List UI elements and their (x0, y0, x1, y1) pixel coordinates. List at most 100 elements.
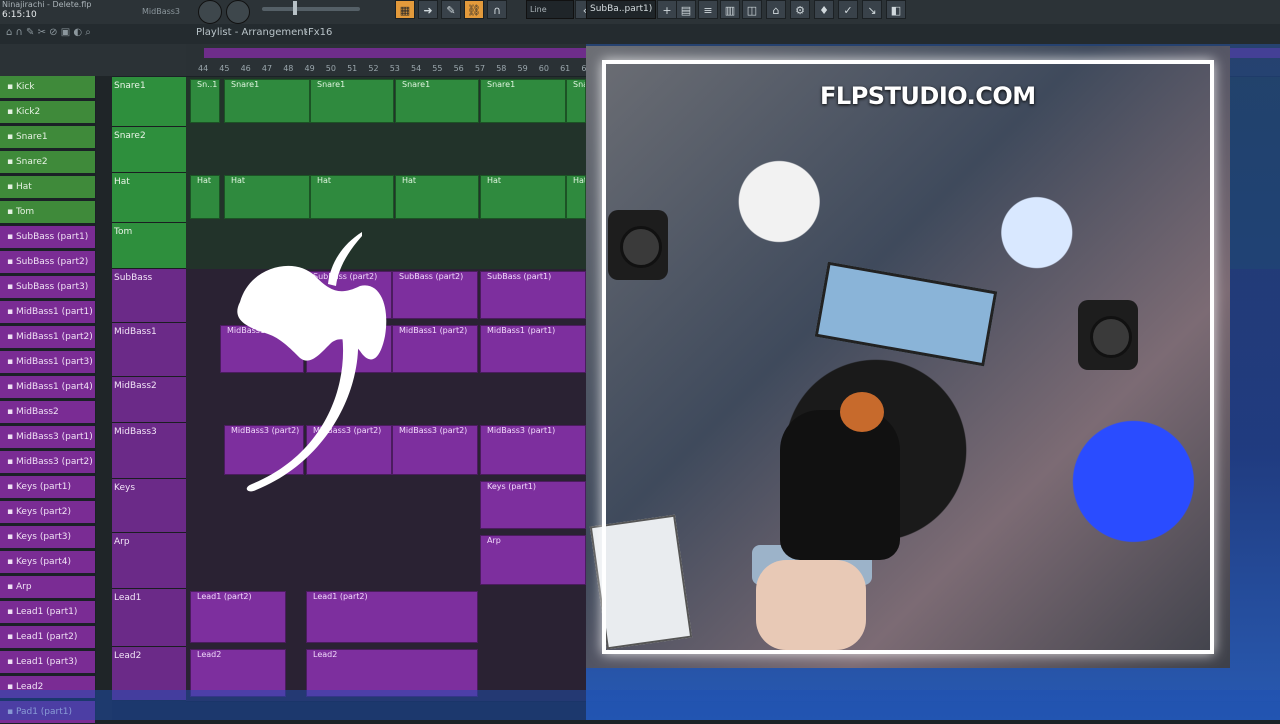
ruler-bar-number: 45 (219, 64, 230, 73)
playlist-clip[interactable]: SubBass (part1) (480, 271, 586, 319)
ruler-bar-number: 56 (453, 64, 464, 73)
track-header[interactable]: Hat (112, 173, 186, 223)
ruler-bar-number: 48 (283, 64, 294, 73)
artwork-watermark: FLPSTUDIO.COM (820, 82, 1036, 110)
track-header[interactable]: Snare2 (112, 127, 186, 173)
clip-picker-item[interactable]: ▪ Lead1 (part1) (0, 601, 95, 624)
magnet-icon[interactable]: ∩ (487, 0, 507, 19)
ruler-bar-number: 55 (432, 64, 443, 73)
playlist-clip[interactable]: Snare1 (480, 79, 566, 123)
clip-picker-item[interactable]: ▪ SubBass (part1) (0, 226, 95, 249)
track-header[interactable]: Arp (112, 533, 186, 589)
playlist-clip[interactable]: Snare1 (310, 79, 394, 123)
clip-picker-item[interactable]: ▪ Lead1 (part3) (0, 651, 95, 674)
channel-rack-icon[interactable]: ▥ (720, 0, 740, 19)
ruler-bar-number: 53 (389, 64, 400, 73)
clip-picker-item[interactable]: ▪ MidBass3 (part2) (0, 451, 95, 474)
playlist-icon[interactable]: ▤ (676, 0, 696, 19)
fl-studio-logo (237, 232, 387, 492)
clip-picker-item[interactable]: ▪ Keys (part2) (0, 501, 95, 524)
ruler-bar-number: 57 (474, 64, 486, 73)
playlist-clip[interactable]: Hat (224, 175, 310, 219)
clip-picker-item[interactable]: ▪ Keys (part3) (0, 526, 95, 549)
master-volume-knob[interactable] (198, 0, 222, 24)
plugin-icon[interactable]: ◫ (742, 0, 762, 19)
clip-picker-item[interactable]: ▪ Tom (0, 201, 95, 224)
playlist-breadcrumb[interactable]: Playlist - Arrangement (196, 27, 308, 38)
clip-picker-item[interactable]: ▪ Hat (0, 176, 95, 199)
track-header[interactable]: Lead1 (112, 589, 186, 647)
link-icon[interactable]: ⛓ (464, 0, 484, 19)
mixer-icon[interactable]: ≡ (698, 0, 718, 19)
track-header[interactable]: MidBass3 (112, 423, 186, 479)
playlist-clip[interactable]: Hat (480, 175, 566, 219)
track-header[interactable]: SubBass (112, 269, 186, 323)
help-icon[interactable]: ↘ (862, 0, 882, 19)
tempo-icon[interactable]: ✓ (838, 0, 858, 19)
playlist-clip[interactable]: Lead1 (part2) (190, 591, 286, 643)
arrow-right-icon[interactable]: ➜ (418, 0, 438, 19)
hint-label: MidBass3 (142, 7, 181, 16)
playlist-clip[interactable]: Hat (395, 175, 479, 219)
track-header[interactable]: Tom (112, 223, 186, 269)
playlist-clip[interactable]: SubBass (part2) (392, 271, 478, 319)
clip-picker-item[interactable]: ▪ Kick (0, 76, 95, 99)
clip-picker-item[interactable]: ▪ MidBass1 (part4) (0, 376, 95, 399)
ruler-bar-number: 54 (411, 64, 422, 73)
playlist-clip[interactable]: Keys (part1) (480, 481, 586, 529)
slider-thumb[interactable] (293, 1, 297, 15)
clip-picker-item[interactable]: ▪ Snare1 (0, 126, 95, 149)
clip-picker-item[interactable]: ▪ Kick2 (0, 101, 95, 124)
ruler-bar-number: 51 (347, 64, 358, 73)
ruler-bar-number: 44 (198, 64, 209, 73)
playlist-clip[interactable]: MidBass1 (part1) (480, 325, 586, 373)
clip-picker-item[interactable]: ▪ Arp (0, 576, 95, 599)
snap-select[interactable]: Line (526, 0, 574, 19)
playlist-clip[interactable]: Hat (566, 175, 586, 219)
playlist-clip[interactable]: MidBass1 (part2) (392, 325, 478, 373)
ruler-bar-number: 52 (368, 64, 379, 73)
playlist-clip[interactable]: Arp (480, 535, 586, 585)
playlist-clip[interactable]: Hat (310, 175, 394, 219)
playlist-clip[interactable]: Lead1 (part2) (306, 591, 478, 643)
clip-picker-item[interactable]: ▪ MidBass3 (part1) (0, 426, 95, 449)
playlist-clip[interactable]: Hat (190, 175, 220, 219)
pattern-select[interactable]: SubBa..part1) (586, 0, 656, 19)
ruler-bar-number: 49 (304, 64, 315, 73)
clip-picker-item[interactable]: ▪ Lead1 (part2) (0, 626, 95, 649)
track-separator (96, 76, 112, 720)
clip-picker-item[interactable]: ▪ MidBass1 (part2) (0, 326, 95, 349)
clip-picker-item[interactable]: ▪ Keys (part4) (0, 551, 95, 574)
add-pattern-icon[interactable]: + (657, 0, 677, 19)
track-header[interactable]: MidBass2 (112, 377, 186, 423)
playlist-clip[interactable]: Sn..1 (190, 79, 220, 123)
ruler-bar-number: 59 (517, 64, 528, 73)
track-header[interactable]: Keys (112, 479, 186, 533)
clip-picker-item[interactable]: ▪ MidBass1 (part1) (0, 301, 95, 324)
tools-icon[interactable]: ⚙ (790, 0, 810, 19)
pencil-icon[interactable]: ✎ (441, 0, 461, 19)
playlist-tool-icons[interactable]: ⌂ ∩ ✎ ✂ ⊘ ▣ ◐ ⌕ (6, 27, 91, 38)
playlist-clip[interactable]: Snare1 (395, 79, 479, 123)
clip-picker-item[interactable]: ▪ MidBass2 (0, 401, 95, 424)
tempo-slider[interactable] (262, 7, 360, 11)
playlist-clip[interactable]: MidBass3 (part2) (392, 425, 478, 475)
master-pitch-knob[interactable] (226, 0, 250, 24)
track-header[interactable]: Snare1 (112, 77, 186, 127)
clip-picker-item[interactable]: ▪ Keys (part1) (0, 476, 95, 499)
track-header[interactable]: MidBass1 (112, 323, 186, 377)
playlist-toolbar: Playlist - Arrangement › Fx16 ⌂ ∩ ✎ ✂ ⊘ … (0, 24, 1280, 45)
output-icon[interactable]: ◧ (886, 0, 906, 19)
browser-icon[interactable]: ⌂ (766, 0, 786, 19)
fx-slot[interactable]: Fx16 (308, 27, 332, 38)
clip-picker-item[interactable]: ▪ SubBass (part2) (0, 251, 95, 274)
playlist-clip[interactable]: Sna (566, 79, 586, 123)
playlist-clip[interactable]: Snare1 (224, 79, 310, 123)
bulb-icon[interactable]: ♦ (814, 0, 834, 19)
clip-picker-item[interactable]: ▪ SubBass (part3) (0, 276, 95, 299)
piano-roll-button[interactable]: ▦ (395, 0, 415, 19)
clip-picker-item[interactable]: ▪ Snare2 (0, 151, 95, 174)
clip-picker-item[interactable]: ▪ MidBass1 (part3) (0, 351, 95, 374)
ruler-bar-number: 47 (261, 64, 273, 73)
playlist-clip[interactable]: MidBass3 (part1) (480, 425, 586, 475)
